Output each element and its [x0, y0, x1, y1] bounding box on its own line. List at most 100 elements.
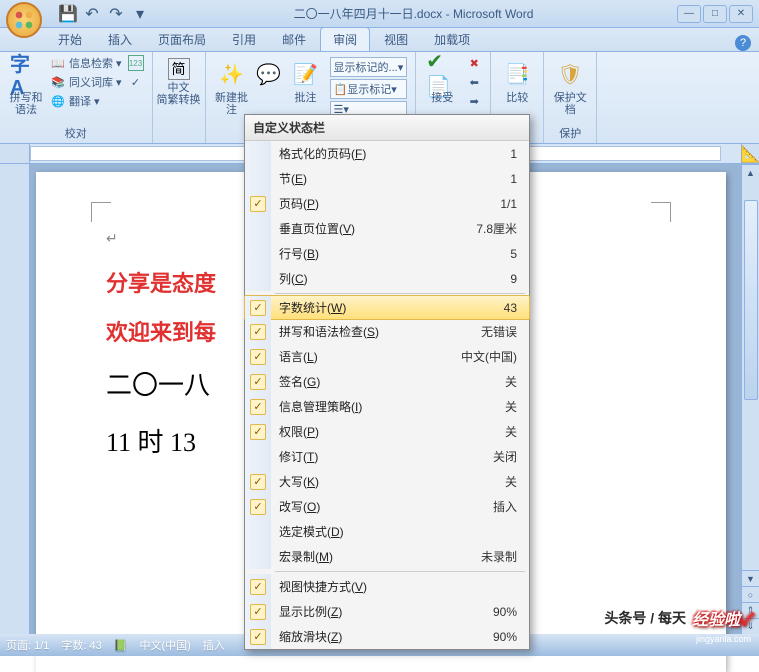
check-icon: ✓	[250, 579, 266, 595]
research-button[interactable]: 📖信息检索▾	[48, 54, 124, 72]
paragraph-mark-icon: ↵	[106, 230, 118, 246]
tab-insert[interactable]: 插入	[96, 28, 144, 51]
context-menu-item[interactable]: 行号(B)5	[245, 241, 529, 266]
context-menu-item[interactable]: 修订(T)关闭	[245, 444, 529, 469]
context-menu-item[interactable]: ✓信息管理策略(I)关	[245, 394, 529, 419]
context-menu-title: 自定义状态栏	[245, 115, 529, 141]
accept-button[interactable]: ✔📄 接受	[422, 54, 462, 123]
spelling-button[interactable]: 字A 拼写和 语法	[6, 54, 46, 123]
check-icon: ✓	[250, 196, 266, 212]
status-language[interactable]: 中文(中国)	[139, 637, 190, 653]
maximize-button[interactable]: □	[703, 5, 727, 23]
spellcheck-icon: 字A	[10, 58, 42, 90]
redo-icon[interactable]: ↷	[106, 4, 126, 24]
group-proofing-label: 校对	[6, 123, 146, 143]
context-menu-item[interactable]: ✓缩放滑块(Z)90%	[245, 624, 529, 649]
context-menu-item[interactable]: ✓签名(G)关	[245, 369, 529, 394]
check-icon: ✓	[250, 499, 266, 515]
context-menu-item[interactable]: 节(E)1	[245, 166, 529, 191]
tab-references[interactable]: 引用	[220, 28, 268, 51]
watermark-site: jingyanla.com	[696, 634, 751, 644]
check-icon: ✓	[250, 604, 266, 620]
qat-more-icon[interactable]: ▾	[130, 4, 150, 24]
context-menu-item[interactable]: 垂直页位置(V)7.8厘米	[245, 216, 529, 241]
ruler-toggle[interactable]: 📐	[741, 144, 759, 163]
tab-home[interactable]: 开始	[46, 28, 94, 51]
setlang-button[interactable]: ✓	[126, 73, 146, 91]
minimize-button[interactable]: —	[677, 5, 701, 23]
reject-button[interactable]: ✖	[464, 54, 484, 72]
chinese-conv-button[interactable]: 简 中文 简繁转换	[159, 54, 199, 127]
check-icon: ✓	[250, 300, 266, 316]
reject-icon: ✖	[466, 55, 482, 71]
context-menu-item[interactable]: ✓显示比例(Z)90%	[245, 599, 529, 624]
statusbar-context-menu: 自定义状态栏 格式化的页码(F)1节(E)1✓页码(P)1/1垂直页位置(V)7…	[244, 114, 530, 650]
check-icon: ✓	[250, 374, 266, 390]
context-menu-item[interactable]: ✓拼写和语法检查(S)无错误	[245, 319, 529, 344]
browse-object-icon[interactable]: ○	[742, 586, 759, 602]
save-icon[interactable]: 💾	[58, 4, 78, 24]
check-icon: ✓	[250, 324, 266, 340]
context-menu-item[interactable]: ✓大写(K)关	[245, 469, 529, 494]
watermark: 头条号 / 每天 经验啦✓	[604, 606, 751, 630]
vertical-ruler[interactable]	[0, 164, 30, 634]
check-icon: ✓	[250, 474, 266, 490]
context-menu-item[interactable]: ✓改写(O)插入	[245, 494, 529, 519]
tab-view[interactable]: 视图	[372, 28, 420, 51]
context-menu-item[interactable]: ✓字数统计(W)43	[244, 295, 530, 320]
status-proof-icon[interactable]: 📗	[114, 639, 128, 652]
check-icon: ✓	[250, 629, 266, 645]
wordcount-icon: 123	[128, 55, 144, 71]
protect-button[interactable]: 🛡 保护文档	[550, 54, 590, 123]
context-menu-item[interactable]: ✓页码(P)1/1	[245, 191, 529, 216]
tab-addins[interactable]: 加载项	[422, 28, 482, 51]
context-menu-item[interactable]: 选定模式(D)	[245, 519, 529, 544]
tab-review[interactable]: 审阅	[320, 27, 370, 51]
status-insert-mode[interactable]: 插入	[203, 637, 225, 653]
research-icon: 📖	[50, 55, 66, 71]
show-markup-dropdown[interactable]: 📋 显示标记 ▾	[330, 79, 408, 99]
wordcount-button[interactable]: 123	[126, 54, 146, 72]
compare-icon: 📑	[501, 58, 533, 90]
context-menu-item[interactable]: 格式化的页码(F)1	[245, 141, 529, 166]
translate-icon: 🌐	[50, 93, 66, 109]
display-markup-dropdown[interactable]: 显示标记的... ▾	[330, 57, 408, 77]
thesaurus-button[interactable]: 📚同义词库▾	[48, 73, 124, 91]
context-menu-item[interactable]: ✓语言(L)中文(中国)	[245, 344, 529, 369]
context-menu-item[interactable]: 列(C)9	[245, 266, 529, 291]
ribbon-tabs: 开始 插入 页面布局 引用 邮件 审阅 视图 加载项 ?	[0, 28, 759, 52]
ruler-corner	[0, 144, 30, 163]
check-icon: ✓	[250, 424, 266, 440]
group-protect-label: 保护	[550, 123, 590, 143]
accept-icon: ✔📄	[426, 58, 458, 90]
next-icon: ➡	[466, 93, 482, 109]
close-button[interactable]: ✕	[729, 5, 753, 23]
window-title: 二〇一八年四月十一日.docx - Microsoft Word	[150, 5, 677, 22]
prev-change-button[interactable]: ⬅	[464, 73, 484, 91]
context-menu-item[interactable]: ✓权限(P)关	[245, 419, 529, 444]
next-change-button[interactable]: ➡	[464, 92, 484, 110]
context-menu-item[interactable]: 宏录制(M)未录制	[245, 544, 529, 569]
lang-icon: ✓	[128, 74, 144, 90]
status-wordcount[interactable]: 字数: 43	[61, 637, 101, 653]
context-menu-item[interactable]: ✓视图快捷方式(V)	[245, 574, 529, 599]
scroll-up-icon[interactable]: ▲	[742, 164, 759, 180]
comment-icon: 💬	[253, 58, 285, 90]
protect-icon: 🛡	[554, 58, 586, 90]
office-button[interactable]	[6, 2, 42, 38]
compare-button[interactable]: 📑 比较	[497, 54, 537, 123]
check-icon: ✓	[250, 349, 266, 365]
undo-icon[interactable]: ↶	[82, 4, 102, 24]
vertical-scrollbar[interactable]: ▲ ▼ ○ ⇑ ⇓	[741, 164, 759, 634]
track-icon: 📝	[290, 58, 322, 90]
translate-button[interactable]: 🌐翻译▾	[48, 92, 124, 110]
status-page[interactable]: 页面: 1/1	[6, 637, 49, 653]
help-icon[interactable]: ?	[735, 35, 751, 51]
scroll-down-icon[interactable]: ▼	[742, 570, 759, 586]
tab-mailings[interactable]: 邮件	[270, 28, 318, 51]
check-icon: ✓	[250, 399, 266, 415]
thesaurus-icon: 📚	[50, 74, 66, 90]
tab-layout[interactable]: 页面布局	[146, 28, 218, 51]
prev-icon: ⬅	[466, 74, 482, 90]
scroll-thumb[interactable]	[744, 200, 758, 400]
